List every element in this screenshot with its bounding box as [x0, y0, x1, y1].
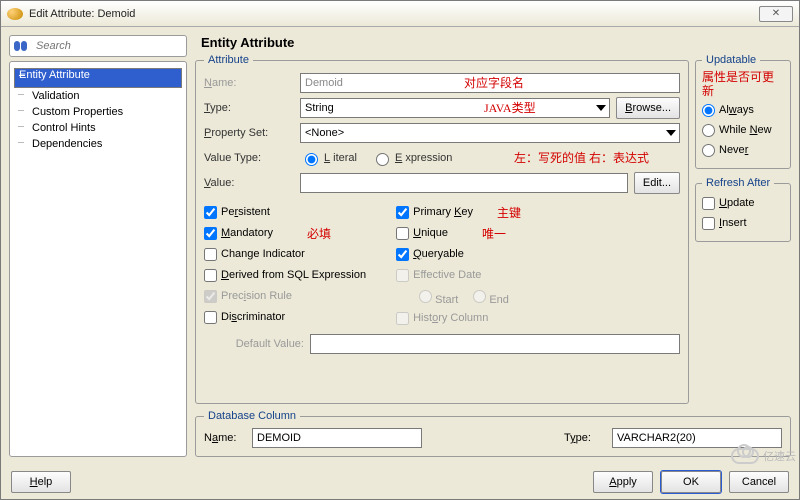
annotation-updatable: 属性是否可更新 [702, 70, 784, 98]
app-icon [7, 8, 23, 20]
cloud-icon [731, 448, 759, 464]
literal-radio[interactable] [305, 153, 318, 166]
precision-rule-check: Precision Rule [204, 287, 366, 305]
unique-check[interactable]: Unique唯一 [396, 224, 521, 242]
right-column: Updatable 属性是否可更新 Always While New Never… [695, 54, 791, 404]
effective-date-check: Effective Date [396, 266, 521, 284]
literal-radio-label[interactable]: Literal [300, 150, 357, 166]
browse-button[interactable]: Browse... [616, 97, 680, 119]
value-input[interactable] [300, 173, 628, 193]
propertyset-label: Property Set: [204, 127, 294, 139]
effective-date-radios: StartEnd [414, 287, 521, 306]
propertyset-select[interactable]: <None> [300, 123, 680, 143]
while-new-radio[interactable]: While New [702, 120, 784, 140]
apply-button[interactable]: Apply [593, 471, 653, 493]
type-select[interactable]: String [300, 98, 610, 118]
sidebar-item-custom-properties[interactable]: Custom Properties [14, 104, 182, 120]
page-title: Entity Attribute [201, 35, 791, 50]
db-type-input[interactable] [612, 428, 782, 448]
nav-tree: Entity Attribute Validation Custom Prope… [9, 61, 187, 457]
discriminator-check[interactable]: Discriminator [204, 308, 366, 326]
valuetype-radio-group: Literal Expression [300, 150, 452, 166]
close-button[interactable]: ✕ [759, 6, 793, 22]
sidebar-item-dependencies[interactable]: Dependencies [14, 136, 182, 152]
sidebar-item-entity-attribute[interactable]: Entity Attribute [14, 68, 182, 88]
annotation-valuetype: 左：写死的值 右：表达式 [514, 149, 649, 166]
updatable-legend: Updatable [702, 54, 760, 66]
mandatory-check[interactable]: Mandatory必填 [204, 224, 366, 242]
help-button[interactable]: Help [11, 471, 71, 493]
edit-button[interactable]: Edit... [634, 172, 680, 194]
db-legend: Database Column [204, 410, 300, 422]
dialog-body: Entity Attribute Validation Custom Prope… [1, 27, 799, 465]
db-type-label: Type: [564, 432, 606, 444]
checks-right-col: Primary Key主键 Unique唯一 Queryable Effecti… [396, 203, 521, 327]
default-value-input [310, 334, 680, 354]
search-field[interactable] [9, 35, 187, 57]
sidebar-item-control-hints[interactable]: Control Hints [14, 120, 182, 136]
primary-key-check[interactable]: Primary Key主键 [396, 203, 521, 221]
dialog-window: Edit Attribute: Demoid ✕ Entity Attribut… [0, 0, 800, 500]
derived-sql-check[interactable]: Derived from SQL Expression [204, 266, 366, 284]
watermark: 亿速云 [731, 448, 796, 464]
expression-radio-label[interactable]: Expression [371, 150, 452, 166]
attribute-fieldset: Attribute Name: 对应字段名 Type: String Brows… [195, 54, 689, 404]
ok-button[interactable]: OK [661, 471, 721, 493]
button-bar: Help Apply OK Cancel [1, 465, 799, 499]
refresh-legend: Refresh After [702, 177, 774, 189]
valuetype-label: Value Type: [204, 152, 294, 164]
sidebar: Entity Attribute Validation Custom Prope… [9, 35, 187, 457]
cancel-button[interactable]: Cancel [729, 471, 789, 493]
checks-left-col: Persistent Mandatory必填 Change Indicator … [204, 203, 366, 327]
value-label: Value: [204, 177, 294, 189]
expression-radio[interactable] [376, 153, 389, 166]
search-input[interactable] [34, 39, 182, 53]
titlebar: Edit Attribute: Demoid ✕ [1, 1, 799, 27]
queryable-check[interactable]: Queryable [396, 245, 521, 263]
sidebar-item-validation[interactable]: Validation [14, 88, 182, 104]
refresh-insert-check[interactable]: Insert [702, 213, 784, 233]
refresh-after-fieldset: Refresh After Update Insert [695, 177, 791, 242]
default-value-label: Default Value: [204, 338, 304, 350]
updatable-fieldset: Updatable 属性是否可更新 Always While New Never [695, 54, 791, 169]
persistent-check[interactable]: Persistent [204, 203, 366, 221]
attribute-legend: Attribute [204, 54, 253, 66]
database-column-fieldset: Database Column Name: Type: [195, 410, 791, 457]
name-input [300, 73, 680, 93]
binoculars-icon [14, 39, 30, 53]
db-name-input[interactable] [252, 428, 422, 448]
refresh-update-check[interactable]: Update [702, 193, 784, 213]
main-content: Entity Attribute Attribute Name: 对应字段名 T… [195, 35, 791, 457]
history-column-check: History Column [396, 309, 521, 327]
change-indicator-check[interactable]: Change Indicator [204, 245, 366, 263]
db-name-label: Name: [204, 432, 246, 444]
type-label: Type: [204, 102, 294, 114]
never-radio[interactable]: Never [702, 140, 784, 160]
window-title: Edit Attribute: Demoid [29, 8, 759, 20]
always-radio[interactable]: Always [702, 100, 784, 120]
name-label: Name: [204, 77, 294, 89]
